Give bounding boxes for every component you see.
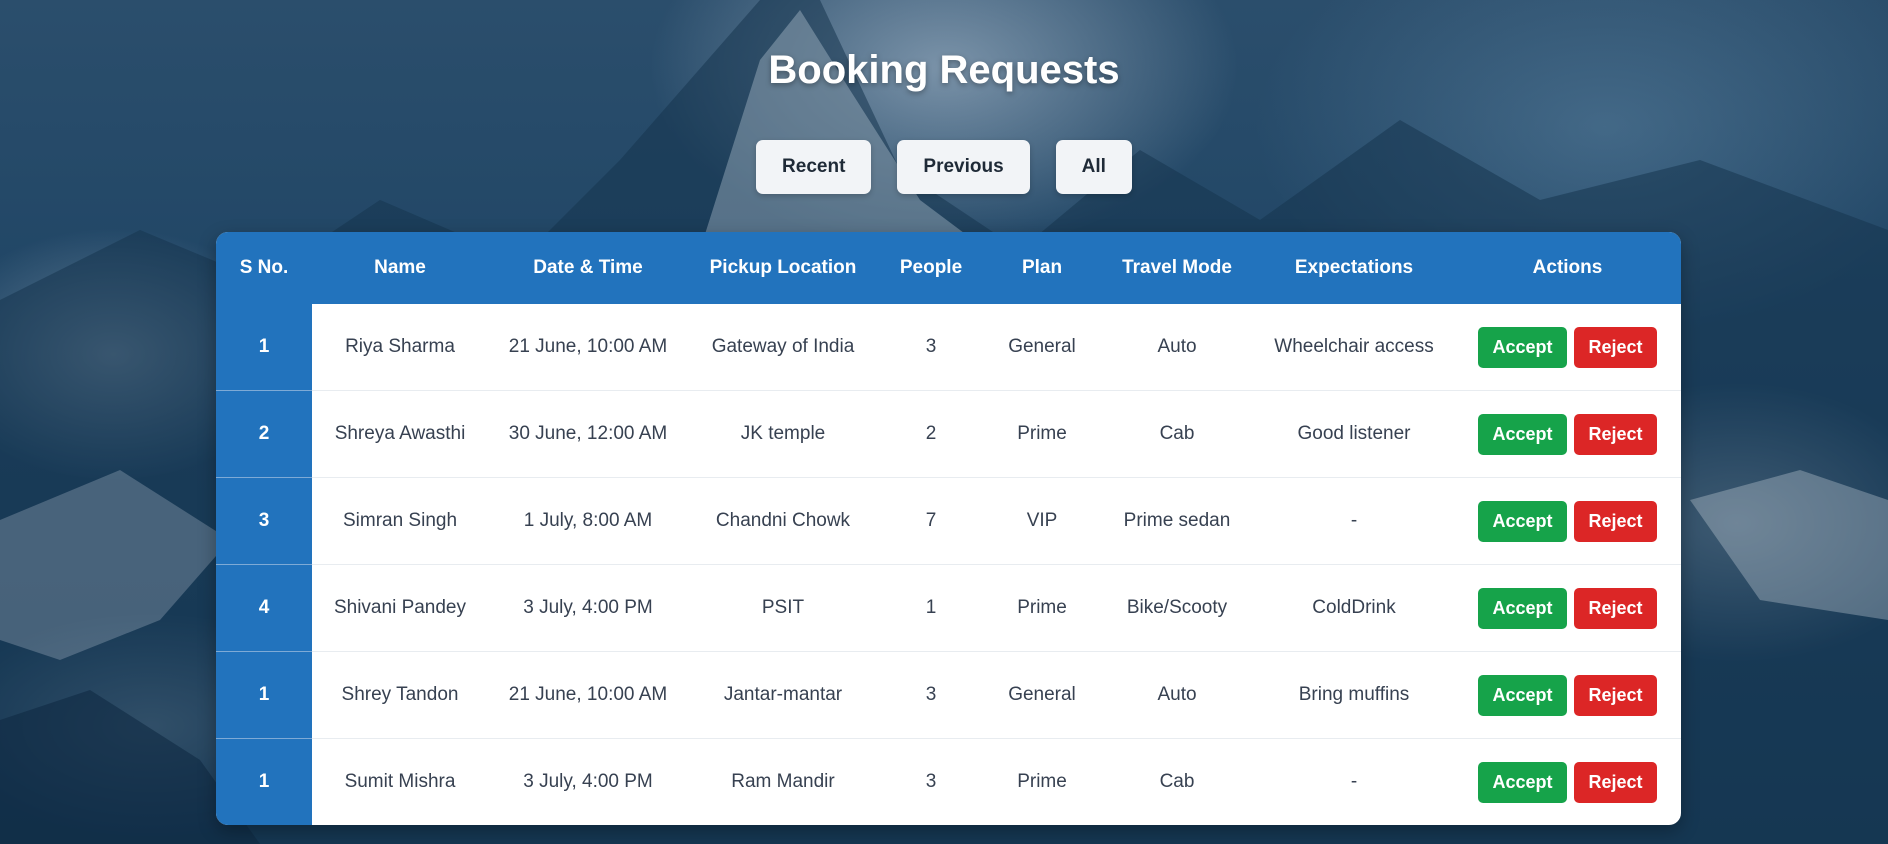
cell-plan: VIP (984, 477, 1100, 565)
cell-plan: Prime (984, 564, 1100, 652)
header-datetime: Date & Time (488, 232, 688, 304)
cell-datetime: 3 July, 4:00 PM (488, 564, 688, 652)
cell-sno: 1 (216, 651, 312, 739)
row-actions: Accept Reject (1454, 413, 1681, 455)
header-pickup: Pickup Location (688, 232, 878, 304)
cell-plan: Prime (984, 738, 1100, 825)
cell-pickup: PSIT (688, 564, 878, 652)
cell-travel-mode: Auto (1157, 336, 1197, 357)
cell-name: Shivani Pandey (312, 564, 488, 652)
cell-name: Sumit Mishra (312, 738, 488, 825)
table-row: 3 Simran Singh 1 July, 8:00 AM Chandni C… (216, 477, 1681, 565)
row-actions: Accept Reject (1454, 587, 1681, 629)
cell-plan: General (1008, 336, 1076, 357)
table-row: 1 Sumit Mishra 3 July, 4:00 PM Ram Mandi… (216, 738, 1681, 825)
cell-people: 1 (878, 564, 984, 652)
cell-datetime: 21 June, 10:00 AM (508, 336, 668, 357)
reject-button[interactable]: Reject (1574, 326, 1657, 368)
header-actions: Actions (1454, 232, 1681, 304)
cell-sno: 3 (216, 477, 312, 565)
row-actions: Accept Reject (1454, 761, 1681, 803)
cell-sno: 4 (216, 564, 312, 652)
accept-button[interactable]: Accept (1478, 674, 1567, 716)
table-row: 4 Shivani Pandey 3 July, 4:00 PM PSIT 1 … (216, 564, 1681, 652)
cell-name: Simran Singh (312, 477, 488, 565)
cell-sno: 1 (216, 738, 312, 825)
cell-travel-mode: Cab (1100, 390, 1254, 478)
cell-actions: Accept Reject (1454, 304, 1681, 391)
cell-name: Riya Sharma (345, 336, 455, 357)
header-name: Name (312, 232, 488, 304)
accept-button[interactable]: Accept (1478, 761, 1567, 803)
table-row: 1 Riya Sharma 21 June, 10:00 AM Gateway … (216, 304, 1681, 391)
cell-travel-mode: Auto (1100, 651, 1254, 739)
cell-name: Shrey Tandon (312, 651, 488, 739)
table-header-row: S No. Name Date & Time Pickup Location P… (216, 232, 1681, 304)
reject-button[interactable]: Reject (1574, 413, 1657, 455)
reject-button[interactable]: Reject (1574, 500, 1657, 542)
cell-name: Shreya Awasthi (312, 390, 488, 478)
row-actions: Accept Reject (1454, 326, 1681, 368)
table-row: 1 Shrey Tandon 21 June, 10:00 AM Jantar-… (216, 651, 1681, 739)
cell-pickup: Chandni Chowk (688, 477, 878, 565)
cell-actions: Accept Reject (1454, 651, 1681, 739)
row-actions: Accept Reject (1454, 500, 1681, 542)
cell-actions: Accept Reject (1454, 564, 1681, 652)
cell-expectations: Bring muffins (1254, 651, 1454, 739)
accept-button[interactable]: Accept (1478, 326, 1567, 368)
cell-people: 7 (878, 477, 984, 565)
cell-travel-mode: Bike/Scooty (1100, 564, 1254, 652)
cell-datetime: 21 June, 10:00 AM (488, 651, 688, 739)
booking-table-card: S No. Name Date & Time Pickup Location P… (216, 232, 1681, 825)
cell-expectations: ColdDrink (1254, 564, 1454, 652)
cell-plan: Prime (984, 390, 1100, 478)
filter-previous-button[interactable]: Previous (897, 140, 1030, 194)
reject-button[interactable]: Reject (1574, 587, 1657, 629)
cell-people: 2 (878, 390, 984, 478)
cell-travel-mode: Prime sedan (1100, 477, 1254, 565)
cell-people: 3 (878, 651, 984, 739)
cell-expectations: - (1254, 738, 1454, 825)
filter-bar: Recent Previous All (0, 140, 1888, 194)
cell-datetime: 3 July, 4:00 PM (488, 738, 688, 825)
cell-actions: Accept Reject (1454, 390, 1681, 478)
cell-people: 3 (878, 738, 984, 825)
accept-button[interactable]: Accept (1478, 587, 1567, 629)
header-sno: S No. (216, 232, 312, 304)
cell-pickup: Jantar-mantar (688, 651, 878, 739)
cell-pickup: Ram Mandir (688, 738, 878, 825)
header-travel-mode: Travel Mode (1100, 232, 1254, 304)
cell-expectations: - (1254, 477, 1454, 565)
page-title: Booking Requests (768, 48, 1120, 92)
booking-table: S No. Name Date & Time Pickup Location P… (216, 232, 1681, 825)
filter-recent-button[interactable]: Recent (756, 140, 872, 194)
cell-actions: Accept Reject (1454, 738, 1681, 825)
cell-sno: 1 (216, 304, 312, 391)
cell-sno: 2 (216, 390, 312, 478)
reject-button[interactable]: Reject (1574, 761, 1657, 803)
accept-button[interactable]: Accept (1478, 413, 1567, 455)
reject-button[interactable]: Reject (1574, 674, 1657, 716)
cell-pickup: JK temple (688, 390, 878, 478)
header-plan: Plan (984, 232, 1100, 304)
filter-all-button[interactable]: All (1055, 140, 1132, 194)
cell-expectations: Wheelchair access (1274, 336, 1434, 357)
cell-datetime: 1 July, 8:00 AM (488, 477, 688, 565)
header-expectations: Expectations (1254, 232, 1454, 304)
cell-pickup: Gateway of India (711, 336, 855, 357)
cell-plan: General (984, 651, 1100, 739)
cell-travel-mode: Cab (1100, 738, 1254, 825)
cell-datetime: 30 June, 12:00 AM (488, 390, 688, 478)
cell-actions: Accept Reject (1454, 477, 1681, 565)
table-row: 2 Shreya Awasthi 30 June, 12:00 AM JK te… (216, 390, 1681, 478)
row-actions: Accept Reject (1454, 674, 1681, 716)
accept-button[interactable]: Accept (1478, 500, 1567, 542)
cell-expectations: Good listener (1254, 390, 1454, 478)
cell-people: 3 (925, 336, 937, 357)
header-people: People (878, 232, 984, 304)
